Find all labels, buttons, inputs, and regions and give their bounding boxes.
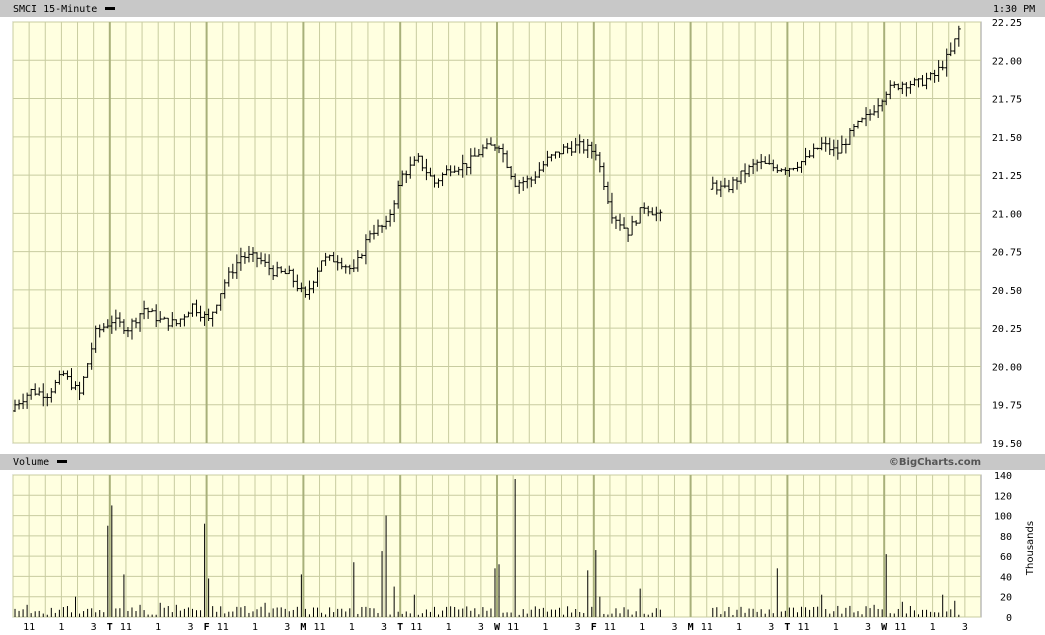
price-y-tick: 19.75	[992, 401, 1022, 412]
x-hour-label: 1	[542, 622, 548, 633]
x-hour-label: 3	[768, 622, 774, 633]
volume-y-tick: 140	[994, 471, 1012, 482]
x-hour-label: 1	[736, 622, 742, 633]
price-y-tick: 21.25	[992, 171, 1022, 182]
x-day-label: M	[688, 622, 694, 633]
x-axis-labels: 11 1 3 T 11 1 3 F 11 1 3 M 11 1 3 T 11 1 3 W 11 1 3 F 11 1 3 M 11 1 3 T…	[23, 622, 968, 633]
volume-y-tick: 40	[1000, 572, 1012, 583]
x-hour-label: 11	[507, 622, 519, 633]
volume-y-tick: 80	[1000, 532, 1012, 543]
price-y-tick: 20.25	[992, 324, 1022, 335]
x-hour-label: 3	[962, 622, 968, 633]
price-y-tick: 20.75	[992, 248, 1022, 259]
volume-y-tick: 60	[1000, 552, 1012, 563]
volume-y-tick: 100	[994, 512, 1012, 523]
x-day-label: W	[494, 622, 501, 633]
volume-y-tick: 0	[1006, 613, 1012, 624]
x-hour-label: 1	[930, 622, 936, 633]
x-day-label: T	[107, 622, 113, 633]
price-header-bar	[0, 0, 1045, 17]
x-hour-label: 1	[349, 622, 355, 633]
x-hour-label: 3	[671, 622, 677, 633]
x-day-label: T	[784, 622, 790, 633]
volume-title: Volume	[13, 457, 49, 468]
x-hour-label: 1	[155, 622, 161, 633]
price-y-tick: 20.00	[992, 362, 1022, 373]
x-day-label: F	[204, 622, 210, 633]
x-hour-label: 1	[58, 622, 64, 633]
watermark: ©BigCharts.com	[889, 457, 981, 468]
volume-legend-swatch	[57, 460, 67, 463]
x-hour-label: 1	[639, 622, 645, 633]
x-hour-label: 1	[446, 622, 452, 633]
x-hour-label: 3	[865, 622, 871, 633]
x-hour-label: 3	[478, 622, 484, 633]
chart-title: SMCI 15-Minute	[13, 4, 97, 15]
x-day-label: T	[397, 622, 403, 633]
volume-y-axis: 140 120 100 80 60 40 20 0	[994, 471, 1012, 624]
volume-y-tick: 20	[1000, 593, 1012, 604]
x-hour-label: 1	[252, 622, 258, 633]
x-hour-label: 11	[798, 622, 810, 633]
price-y-tick: 22.25	[992, 18, 1022, 29]
x-hour-label: 11	[120, 622, 132, 633]
title-legend-swatch	[105, 7, 115, 10]
price-gridlines	[12, 21, 981, 444]
x-hour-label: 11	[217, 622, 229, 633]
price-y-tick: 21.50	[992, 133, 1022, 144]
x-hour-label: 11	[701, 622, 713, 633]
price-y-axis: 22.25 22.00 21.75 21.50 21.25 21.00 20.75 20.50…	[992, 18, 1022, 450]
price-y-tick: 21.00	[992, 209, 1022, 220]
x-day-label: W	[881, 622, 888, 633]
x-hour-label: 3	[381, 622, 387, 633]
price-y-tick: 19.50	[992, 439, 1022, 450]
x-hour-label: 11	[314, 622, 326, 633]
x-hour-label: 11	[23, 622, 35, 633]
x-hour-label: 1	[833, 622, 839, 633]
price-y-tick: 22.00	[992, 56, 1022, 67]
price-y-tick: 20.50	[992, 286, 1022, 297]
x-hour-label: 11	[410, 622, 422, 633]
x-day-label: M	[300, 622, 306, 633]
x-hour-label: 11	[604, 622, 616, 633]
x-hour-label: 11	[894, 622, 906, 633]
x-hour-label: 3	[187, 622, 193, 633]
volume-y-label: Thousands	[1025, 521, 1036, 576]
time-label: 1:30 PM	[993, 4, 1035, 15]
volume-gridlines	[12, 474, 981, 618]
x-hour-label: 3	[91, 622, 97, 633]
x-day-label: F	[591, 622, 597, 633]
price-y-tick: 21.75	[992, 95, 1022, 106]
chart-canvas: SMCI 15-Minute 1:30 PM 22.25 22.00 21.75 21…	[0, 0, 1045, 633]
x-hour-label: 3	[575, 622, 581, 633]
volume-y-tick: 120	[994, 491, 1012, 502]
x-hour-label: 3	[284, 622, 290, 633]
